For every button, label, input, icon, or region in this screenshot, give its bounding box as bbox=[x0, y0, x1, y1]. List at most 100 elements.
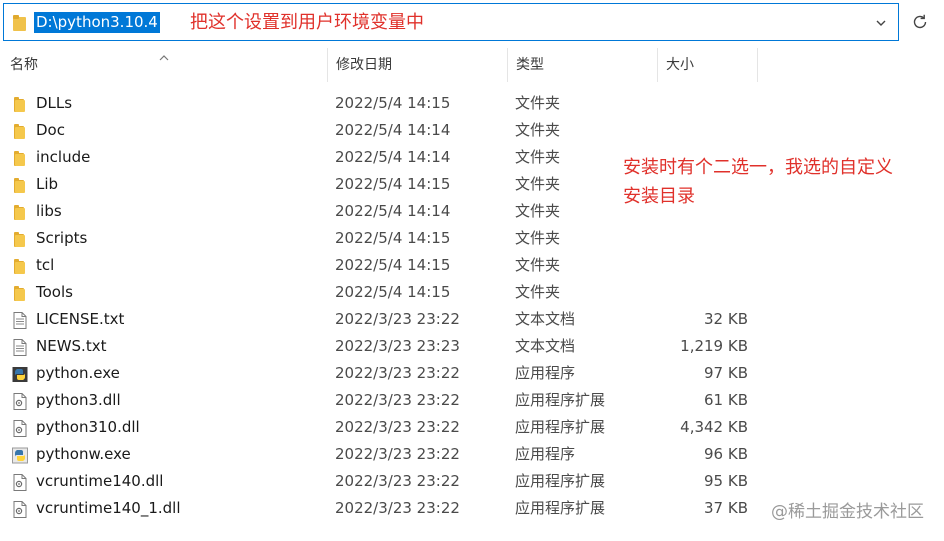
file-type: 文本文档 bbox=[515, 310, 576, 328]
file-type: 文件夹 bbox=[515, 175, 561, 193]
folder-icon bbox=[12, 230, 28, 247]
file-name: Tools bbox=[36, 283, 73, 301]
file-name: python.exe bbox=[36, 364, 120, 382]
file-date: 2022/5/4 14:14 bbox=[335, 148, 451, 166]
file-date: 2022/3/23 23:22 bbox=[335, 499, 460, 517]
file-type: 文件夹 bbox=[515, 283, 561, 301]
file-type: 应用程序 bbox=[515, 445, 576, 463]
address-path[interactable]: D:\python3.10.4 bbox=[34, 12, 160, 33]
column-type[interactable]: 类型 bbox=[508, 44, 656, 86]
annotation-top: 把这个设置到用户环境变量中 bbox=[190, 12, 424, 33]
dll-file-icon bbox=[12, 392, 28, 410]
file-name: libs bbox=[36, 202, 62, 220]
file-name: python3.dll bbox=[36, 391, 121, 409]
file-row[interactable]: DLLs 2022/5/4 14:15 文件夹 bbox=[0, 90, 944, 117]
refresh-button[interactable] bbox=[904, 6, 936, 38]
dll-file-icon bbox=[12, 419, 28, 437]
annotation-side-line1: 安装时有个二选一，我选的自定义 bbox=[623, 157, 893, 178]
file-type: 应用程序扩展 bbox=[515, 472, 606, 490]
folder-icon bbox=[12, 149, 28, 166]
file-size: 1,219 KB bbox=[680, 337, 748, 355]
file-name: DLLs bbox=[36, 94, 73, 112]
file-type: 文件夹 bbox=[515, 256, 561, 274]
text-file-icon bbox=[12, 311, 28, 329]
file-row[interactable]: Scripts 2022/5/4 14:15 文件夹 bbox=[0, 225, 944, 252]
folder-icon bbox=[12, 95, 28, 112]
address-bar-row: D:\python3.10.4 bbox=[0, 0, 944, 44]
file-name: Lib bbox=[36, 175, 59, 193]
folder-icon bbox=[12, 284, 28, 301]
folder-icon bbox=[12, 122, 28, 139]
file-size: 96 KB bbox=[704, 445, 748, 463]
file-date: 2022/3/23 23:22 bbox=[335, 391, 460, 409]
file-row[interactable]: python.exe 2022/3/23 23:22 应用程序 97 KB bbox=[0, 360, 944, 387]
column-header: 名称 修改日期 类型 大小 bbox=[0, 44, 944, 86]
annotation-side: 安装时有个二选一，我选的自定义 安装目录 bbox=[623, 153, 893, 211]
watermark: @稀土掘金技术社区 bbox=[768, 500, 924, 524]
file-row[interactable]: Doc 2022/5/4 14:14 文件夹 bbox=[0, 117, 944, 144]
file-date: 2022/3/23 23:22 bbox=[335, 418, 460, 436]
file-size: 97 KB bbox=[704, 364, 748, 382]
file-type: 文件夹 bbox=[515, 229, 561, 247]
file-type: 文件夹 bbox=[515, 94, 561, 112]
file-name: vcruntime140_1.dll bbox=[36, 499, 181, 517]
file-name: NEWS.txt bbox=[36, 337, 107, 355]
column-date[interactable]: 修改日期 bbox=[328, 44, 506, 86]
file-size: 4,342 KB bbox=[680, 418, 748, 436]
file-name: pythonw.exe bbox=[36, 445, 131, 463]
file-row[interactable]: LICENSE.txt 2022/3/23 23:22 文本文档 32 KB bbox=[0, 306, 944, 333]
file-date: 2022/5/4 14:15 bbox=[335, 256, 451, 274]
file-name: Scripts bbox=[36, 229, 88, 247]
file-row[interactable]: Tools 2022/5/4 14:15 文件夹 bbox=[0, 279, 944, 306]
file-name: vcruntime140.dll bbox=[36, 472, 164, 490]
folder-icon bbox=[12, 203, 28, 220]
file-name: LICENSE.txt bbox=[36, 310, 125, 328]
file-type: 文件夹 bbox=[515, 202, 561, 220]
file-date: 2022/5/4 14:15 bbox=[335, 229, 451, 247]
file-name: include bbox=[36, 148, 91, 166]
file-name: Doc bbox=[36, 121, 65, 139]
file-date: 2022/5/4 14:15 bbox=[335, 175, 451, 193]
python-exe-icon bbox=[12, 365, 28, 382]
dll-file-icon bbox=[12, 500, 28, 518]
file-row[interactable]: NEWS.txt 2022/3/23 23:23 文本文档 1,219 KB bbox=[0, 333, 944, 360]
file-size: 61 KB bbox=[704, 391, 748, 409]
file-date: 2022/3/23 23:22 bbox=[335, 364, 460, 382]
file-row[interactable]: tcl 2022/5/4 14:15 文件夹 bbox=[0, 252, 944, 279]
text-file-icon bbox=[12, 338, 28, 356]
file-type: 应用程序 bbox=[515, 364, 576, 382]
file-date: 2022/3/23 23:22 bbox=[335, 472, 460, 490]
dll-file-icon bbox=[12, 473, 28, 491]
file-type: 文本文档 bbox=[515, 337, 576, 355]
file-size: 37 KB bbox=[704, 499, 748, 517]
file-size: 95 KB bbox=[704, 472, 748, 490]
file-type: 应用程序扩展 bbox=[515, 499, 606, 517]
file-row[interactable]: python310.dll 2022/3/23 23:22 应用程序扩展 4,342 … bbox=[0, 414, 944, 441]
file-type: 文件夹 bbox=[515, 121, 561, 139]
file-date: 2022/5/4 14:14 bbox=[335, 202, 451, 220]
annotation-side-line2: 安装目录 bbox=[623, 186, 695, 207]
file-row[interactable]: vcruntime140.dll 2022/3/23 23:22 应用程序扩展 95 … bbox=[0, 468, 944, 495]
column-size[interactable]: 大小 bbox=[658, 44, 756, 86]
file-date: 2022/5/4 14:14 bbox=[335, 121, 451, 139]
folder-icon bbox=[12, 176, 28, 193]
file-row[interactable]: pythonw.exe 2022/3/23 23:22 应用程序 96 KB bbox=[0, 441, 944, 468]
folder-icon bbox=[12, 257, 28, 274]
file-row[interactable]: python3.dll 2022/3/23 23:22 应用程序扩展 61 KB bbox=[0, 387, 944, 414]
file-date: 2022/5/4 14:15 bbox=[335, 283, 451, 301]
refresh-icon bbox=[913, 14, 927, 29]
folder-icon bbox=[13, 15, 27, 35]
file-date: 2022/3/23 23:22 bbox=[335, 310, 460, 328]
column-divider[interactable] bbox=[757, 48, 758, 82]
column-name[interactable]: 名称 bbox=[2, 44, 327, 86]
watermark-text: @稀土掘金技术社区 bbox=[771, 502, 924, 522]
file-size: 32 KB bbox=[704, 310, 748, 328]
chevron-down-icon[interactable] bbox=[874, 15, 888, 34]
address-bar[interactable]: D:\python3.10.4 bbox=[3, 3, 899, 41]
file-date: 2022/3/23 23:22 bbox=[335, 445, 460, 463]
file-date: 2022/5/4 14:15 bbox=[335, 94, 451, 112]
file-name: tcl bbox=[36, 256, 55, 274]
pythonw-exe-icon bbox=[12, 446, 28, 464]
file-name: python310.dll bbox=[36, 418, 140, 436]
file-date: 2022/3/23 23:23 bbox=[335, 337, 460, 355]
